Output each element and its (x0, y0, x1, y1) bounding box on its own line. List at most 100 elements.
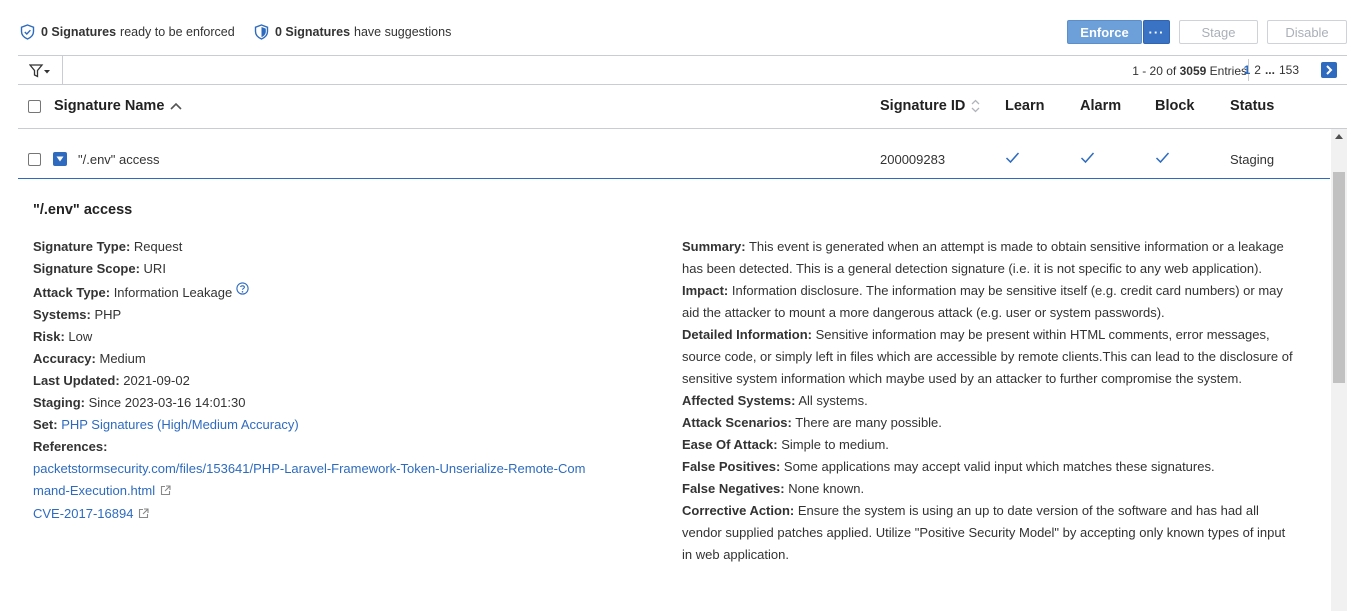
filter-icon (29, 63, 50, 78)
detail-label: Staging: (33, 395, 85, 410)
stage-button[interactable]: Stage (1179, 20, 1258, 44)
detail-signature-type: Signature Type: Request (33, 236, 633, 258)
detail-label: Affected Systems: (682, 393, 796, 408)
details-properties: Signature Type: Request Signature Scope:… (33, 236, 633, 526)
filter-button[interactable] (18, 56, 63, 85)
disable-button[interactable]: Disable (1267, 20, 1347, 44)
detail-summary: Summary: This event is generated when an… (682, 236, 1294, 280)
scrollbar[interactable] (1331, 129, 1347, 611)
detail-attack-type: Attack Type: Information Leakage (33, 280, 633, 304)
block-check-icon (1155, 151, 1170, 167)
shield-check-icon (20, 24, 35, 40)
ready-count: 0 Signatures (41, 25, 117, 39)
set-link[interactable]: PHP Signatures (High/Medium Accuracy) (61, 417, 298, 432)
select-all-checkbox[interactable] (28, 100, 41, 113)
detail-signature-scope: Signature Scope: URI (33, 258, 633, 280)
entries-count: 1 - 20 of 3059 Entries (1132, 64, 1247, 78)
detail-label: Risk: (33, 329, 65, 344)
entries-range: 1 - 20 of (1132, 64, 1177, 78)
status-cell: Staging (1230, 152, 1275, 167)
help-icon[interactable] (236, 280, 249, 302)
details-description: Summary: This event is generated when an… (682, 236, 1294, 566)
detail-value: Medium (99, 351, 146, 366)
detail-value: This event is generated when an attempt … (682, 239, 1284, 276)
detail-affected-systems: Affected Systems: All systems. (682, 390, 1294, 412)
signature-details: "/.env" access Signature Type: Request S… (33, 179, 1328, 611)
suggest-count: 0 Signatures (275, 25, 351, 39)
detail-false-negatives: False Negatives: None known. (682, 478, 1294, 500)
reference-item: packetstormsecurity.com/files/153641/PHP… (33, 458, 593, 503)
column-signature-id[interactable]: Signature ID (880, 98, 980, 114)
collapse-row-button[interactable] (53, 152, 67, 166)
pagination: 1 2 ... 153 (1244, 63, 1299, 77)
reference-item: CVE-2017-16894 (33, 503, 633, 526)
next-page-button[interactable] (1321, 62, 1337, 78)
detail-corrective-action: Corrective Action: Ensure the system is … (682, 500, 1294, 566)
detail-value: Since 2023-03-16 14:01:30 (88, 395, 246, 410)
detail-label: Attack Scenarios: (682, 415, 792, 430)
suggest-text: have suggestions (354, 25, 452, 39)
table-row[interactable]: "/.env" access 200009283 Staging (18, 139, 1330, 179)
detail-last-updated: Last Updated: 2021-09-02 (33, 370, 633, 392)
entries-label: Entries (1209, 64, 1247, 78)
detail-label: Signature Type: (33, 239, 131, 254)
page-link-last[interactable]: 153 (1279, 63, 1299, 77)
scrollbar-thumb[interactable] (1333, 172, 1345, 383)
column-status: Status (1230, 98, 1275, 114)
suggestions-summary: 0 Signatures have suggestions (254, 24, 451, 40)
detail-label: Systems: (33, 307, 91, 322)
table-header: Signature Name Signature ID Learn Alarm … (18, 85, 1347, 129)
detail-accuracy: Accuracy: Medium (33, 348, 633, 370)
detail-label: Last Updated: (33, 373, 120, 388)
detail-staging: Staging: Since 2023-03-16 14:01:30 (33, 392, 633, 414)
detail-label: Signature Scope: (33, 261, 140, 276)
detail-label: Accuracy: (33, 351, 96, 366)
detail-value: URI (143, 261, 166, 276)
detail-false-positives: False Positives: Some applications may a… (682, 456, 1294, 478)
column-learn: Learn (1005, 98, 1045, 114)
summary-bar: 0 Signatures ready to be enforced 0 Sign… (0, 0, 1351, 56)
reference-link-packetstorm[interactable]: packetstormsecurity.com/files/153641/PHP… (33, 461, 585, 498)
detail-label: Detailed Information: (682, 327, 813, 342)
caret-down-icon (56, 156, 64, 162)
ready-text: ready to be enforced (120, 25, 235, 39)
detail-value: 2021-09-02 (123, 373, 190, 388)
page-link-2[interactable]: 2 (1254, 63, 1261, 77)
detail-risk: Risk: Low (33, 326, 633, 348)
reference-link-cve[interactable]: CVE-2017-16894 (33, 506, 133, 521)
external-link-icon (138, 504, 150, 526)
detail-value: Some applications may accept valid input… (783, 459, 1215, 474)
chevron-right-icon (1326, 65, 1333, 75)
more-actions-button[interactable]: ··· (1143, 20, 1170, 44)
detail-value: Low (68, 329, 93, 344)
external-link-icon (160, 481, 171, 503)
detail-impact: Impact: Information disclosure. The info… (682, 280, 1294, 324)
scroll-up-arrow-icon[interactable] (1335, 134, 1343, 139)
signature-name-cell: "/.env" access (78, 152, 160, 167)
detail-label: Corrective Action: (682, 503, 795, 518)
detail-references: References: (33, 436, 633, 458)
column-alarm: Alarm (1080, 98, 1122, 114)
detail-ease-of-attack: Ease Of Attack: Simple to medium. (682, 434, 1294, 456)
page-ellipsis: ... (1264, 63, 1275, 77)
detail-label: False Positives: (682, 459, 781, 474)
detail-label: References: (33, 439, 108, 454)
detail-value: None known. (788, 481, 865, 496)
alarm-check-icon (1080, 151, 1095, 167)
details-title: "/.env" access (33, 202, 133, 218)
ready-summary: 0 Signatures ready to be enforced (20, 24, 235, 40)
detail-label: Summary: (682, 239, 746, 254)
enforce-button[interactable]: Enforce (1067, 20, 1142, 44)
column-signature-name-label: Signature Name (54, 98, 165, 114)
detail-detailed-information: Detailed Information: Sensitive informat… (682, 324, 1294, 390)
detail-label: Attack Type: (33, 285, 111, 300)
detail-attack-scenarios: Attack Scenarios: There are many possibl… (682, 412, 1294, 434)
signature-id-cell: 200009283 (880, 152, 946, 167)
page-link-1[interactable]: 1 (1244, 63, 1251, 77)
detail-value: Information disclosure. The information … (682, 283, 1283, 320)
detail-value: All systems. (798, 393, 868, 408)
column-signature-name[interactable]: Signature Name (54, 98, 182, 114)
detail-label: Ease Of Attack: (682, 437, 778, 452)
detail-set: Set: PHP Signatures (High/Medium Accurac… (33, 414, 633, 436)
row-checkbox[interactable] (28, 153, 41, 166)
